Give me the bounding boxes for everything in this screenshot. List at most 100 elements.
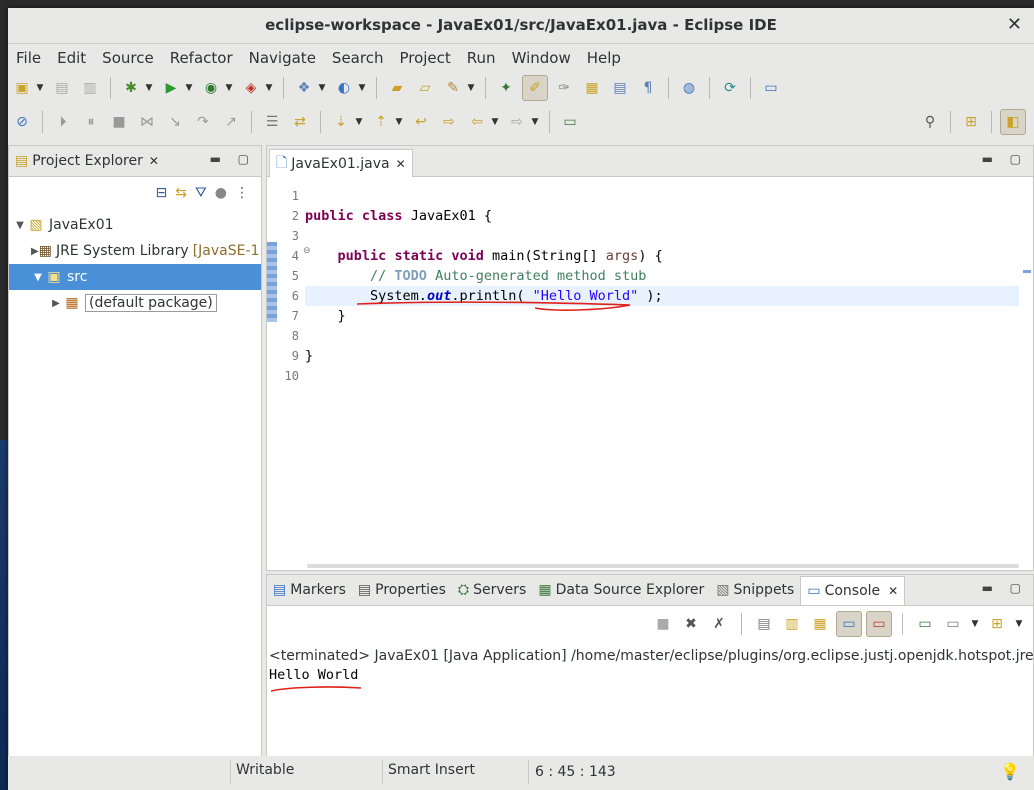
focus-active-task-icon[interactable]: ● [215,185,227,201]
close-tab-icon[interactable]: ✕ [888,584,898,598]
external-tools-dropdown-icon[interactable]: ▼ [263,76,275,100]
search-tool-icon[interactable]: ✎ [441,76,465,100]
open-task-icon[interactable]: ▱ [413,76,437,100]
menu-source[interactable]: Source [94,49,162,67]
last-edit-location-icon[interactable]: ↩ [409,110,433,134]
expanded-chevron-icon[interactable]: ▼ [31,272,45,283]
tab-servers[interactable]: ⛭ Servers [452,576,532,604]
save-all-icon[interactable]: ▥ [78,76,102,100]
menu-window[interactable]: Window [504,49,579,67]
tab-properties[interactable]: ▤ Properties [352,576,452,604]
minimize-icon[interactable]: ▬ [982,581,993,595]
show-on-stderr-icon[interactable]: ▭ [866,611,892,637]
tab-javaex01-java[interactable]: 🗋 JavaEx01.java ✕ [269,149,413,177]
maximize-icon[interactable]: ▢ [1010,581,1021,595]
toggle-word-wrap-icon[interactable]: ✑ [552,76,576,100]
toggle-breadcrumb-icon[interactable]: ✦ [494,76,518,100]
new-class-dropdown-icon[interactable]: ▼ [356,76,368,100]
save-icon[interactable]: ▤ [50,76,74,100]
clear-console-icon[interactable]: ▤ [752,612,776,636]
toggle-block-selection-icon[interactable]: ▦ [580,76,604,100]
skip-breakpoints-icon[interactable]: ⊘ [10,110,34,134]
use-step-filters-icon[interactable]: ☰ [260,110,284,134]
coverage-dropdown-icon[interactable]: ▼ [223,76,235,100]
close-window-icon[interactable]: ✕ [1007,8,1022,42]
tab-project-explorer[interactable]: ▤ Project Explorer ✕ [9,146,165,176]
java-perspective-icon[interactable]: ◧ [1000,109,1026,135]
tab-data-source[interactable]: ▦ Data Source Explorer [532,576,710,604]
menu-help[interactable]: Help [579,49,629,67]
search-icon[interactable]: ⚲ [918,110,942,134]
open-perspective-icon[interactable]: ⊞ [959,110,983,134]
new-java-project-icon[interactable]: ❖ [292,76,316,100]
new-java-project-dropdown-icon[interactable]: ▼ [316,76,328,100]
menu-file[interactable]: File [8,49,49,67]
resume-icon[interactable]: ⏵ [51,110,75,134]
previous-annotation-icon[interactable]: ⇡ [369,110,393,134]
pin-editor-icon[interactable]: ▭ [558,110,582,134]
remove-launch-icon[interactable]: ✖ [679,612,703,636]
menu-project[interactable]: Project [391,49,458,67]
close-tab-icon[interactable]: ✕ [149,154,159,168]
terminate-icon[interactable]: ■ [107,110,131,134]
show-whitespace-icon[interactable]: ¶ [636,76,660,100]
menu-run[interactable]: Run [459,49,504,67]
console-output[interactable]: Hello World [269,667,358,683]
toggle-mark-occurrences-icon[interactable]: ✐ [522,75,548,101]
drop-to-frame-icon[interactable]: ⇄ [288,110,312,134]
step-into-icon[interactable]: ↘ [163,110,187,134]
display-console-icon[interactable]: ▭ [941,612,965,636]
display-console-dropdown-icon[interactable]: ▼ [969,612,981,636]
expanded-chevron-icon[interactable]: ▼ [13,220,27,231]
tab-console[interactable]: ▭ Console ✕ [800,575,906,605]
terminate-icon[interactable]: ■ [651,612,675,636]
code-area[interactable]: public class JavaEx01 { public static vo… [305,186,1019,386]
close-tab-icon[interactable]: ✕ [396,157,406,171]
collapsed-chevron-icon[interactable]: ▶ [31,246,39,257]
tree-item[interactable]: ▶ ▦ (default package) [9,290,261,316]
show-source-icon[interactable]: ▤ [608,76,632,100]
menu-navigate[interactable]: Navigate [241,49,324,67]
open-console-icon[interactable]: ⊞ [985,612,1009,636]
team-sync-icon[interactable]: ⟳ [718,76,742,100]
open-console-dropdown-icon[interactable]: ▼ [1013,612,1025,636]
step-over-icon[interactable]: ↷ [191,110,215,134]
maximize-icon[interactable]: ▢ [1010,152,1021,166]
minimize-icon[interactable]: ▬ [982,152,993,166]
console-toolbar-icon[interactable]: ▭ [759,76,783,100]
run-dropdown-icon[interactable]: ▼ [183,76,195,100]
link-with-editor-icon[interactable]: ⇆ [175,185,187,201]
collapsed-chevron-icon[interactable]: ▶ [49,298,63,309]
open-type-icon[interactable]: ▰ [385,76,409,100]
run-icon[interactable]: ▶ [159,76,183,100]
debug-dropdown-icon[interactable]: ▼ [143,76,155,100]
word-wrap-icon[interactable]: ▦ [808,612,832,636]
view-menu-icon[interactable]: ⋮ [235,185,249,201]
menu-refactor[interactable]: Refactor [162,49,241,67]
new-class-icon[interactable]: ◐ [332,76,356,100]
forward-history-icon[interactable]: ⇨ [437,110,461,134]
horizontal-scrollbar[interactable] [307,564,1019,568]
tree-item[interactable]: ▶▦JRE System Library[JavaSE-1.8] [9,238,261,264]
step-return-icon[interactable]: ↗ [219,110,243,134]
menu-edit[interactable]: Edit [49,49,94,67]
tree-item[interactable]: ▼ ▧ JavaEx01 [9,212,261,238]
back-dropdown-icon[interactable]: ▼ [489,110,501,134]
window-titlebar[interactable]: eclipse-workspace - JavaEx01/src/JavaEx0… [8,8,1034,44]
tab-snippets[interactable]: ▧ Snippets [710,576,800,604]
collapse-all-icon[interactable]: ⊟ [156,185,168,201]
maximize-icon[interactable]: ▢ [238,152,249,166]
scroll-lock-icon[interactable]: ▥ [780,612,804,636]
forward-icon[interactable]: ⇨ [505,110,529,134]
new-dropdown-icon[interactable]: ▼ [34,76,46,100]
previous-annotation-dropdown-icon[interactable]: ▼ [393,110,405,134]
filter-icon[interactable]: ⛛ [195,185,207,201]
next-annotation-dropdown-icon[interactable]: ▼ [353,110,365,134]
external-tools-icon[interactable]: ◈ [239,76,263,100]
minimize-icon[interactable]: ▬ [210,152,221,166]
overview-ruler-mark[interactable] [1023,270,1031,273]
debug-icon[interactable]: ✱ [119,76,143,100]
new-icon[interactable]: ▣ [10,76,34,100]
remove-all-terminated-icon[interactable]: ✗ [707,612,731,636]
menu-search[interactable]: Search [324,49,392,67]
